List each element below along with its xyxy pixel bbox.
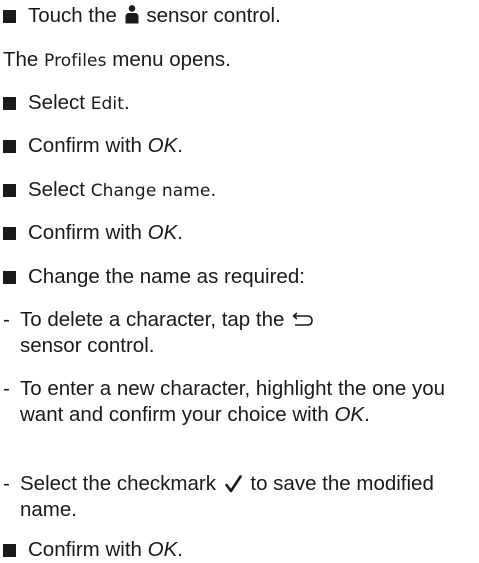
ok-term: OK: [147, 134, 178, 157]
step-text-before: Touch the: [28, 4, 117, 27]
dash-marker: -: [3, 308, 10, 331]
dash-marker: -: [3, 472, 10, 495]
step-profiles-menu-opens: The Profiles menu opens.: [3, 47, 231, 74]
step-text: Select Edit.: [28, 90, 130, 117]
step-text-before: Confirm with: [28, 221, 142, 244]
step-text-after: .: [177, 134, 183, 157]
dash-marker: -: [3, 377, 10, 400]
step-select-edit: Select Edit.: [3, 90, 130, 117]
step-text-after: .: [177, 221, 183, 244]
substep-text-after: sensor control.: [20, 334, 155, 357]
step-text: Change the name as required:: [28, 265, 305, 288]
step-text: Touch the sensor control.: [28, 3, 281, 29]
bullet-square: [3, 140, 16, 153]
back-arrow-icon: [292, 312, 313, 326]
step-text-before: Select: [28, 91, 85, 114]
step-change-name: Change the name as required:: [3, 264, 305, 290]
step-text: Confirm with OK.: [28, 537, 183, 563]
checkmark-icon: [224, 475, 242, 493]
substep-text-before: To delete a character, tap the: [20, 308, 285, 331]
step-text: Select Change name.: [28, 177, 216, 204]
person-icon: [125, 5, 139, 24]
step-text-after: sensor control.: [146, 4, 281, 27]
substep-delete-character: - To delete a character, tap the sensor …: [3, 307, 463, 359]
step-select-change-name: Select Change name.: [3, 177, 216, 204]
substep-select-checkmark: - Select the checkmark to save the modif…: [3, 471, 463, 523]
step-touch-sensor: Touch the sensor control.: [3, 3, 281, 29]
step-text-before: Confirm with: [28, 134, 142, 157]
substep-enter-character: - To enter a new character, highlight th…: [3, 376, 463, 428]
substep-text: To enter a new character, highlight the …: [20, 376, 463, 428]
substep-text-before: To enter a new character, highlight the …: [20, 377, 446, 426]
menu-term-profiles: Profiles: [44, 51, 107, 71]
substep-text-before: Select the checkmark: [20, 472, 216, 495]
bullet-square: [3, 271, 16, 284]
substep-text: Select the checkmark to save the modifie…: [20, 471, 463, 523]
step-text-before: Select: [28, 178, 85, 201]
text-before: The: [3, 48, 39, 71]
ok-term: OK: [147, 221, 178, 244]
text-after: menu opens.: [112, 48, 231, 71]
step-text-before: Confirm with: [28, 538, 142, 561]
step-text-after: .: [177, 538, 183, 561]
bullet-square: [3, 227, 16, 240]
bullet-square: [3, 544, 16, 557]
bullet-square: [3, 184, 16, 197]
step-text-after: .: [210, 178, 217, 201]
instruction-page: Touch the sensor control. The Profiles m…: [0, 0, 479, 563]
menu-term-edit: Edit: [90, 94, 125, 114]
step-text: Confirm with OK.: [28, 133, 183, 159]
bullet-square: [3, 97, 16, 110]
substep-text-after: .: [364, 403, 370, 426]
ok-term: OK: [334, 403, 365, 426]
step-confirm-ok-2: Confirm with OK.: [3, 220, 183, 246]
ok-term: OK: [147, 538, 178, 561]
step-confirm-ok-1: Confirm with OK.: [3, 133, 183, 159]
step-text-after: .: [124, 91, 130, 114]
menu-term-change-name: Change name: [90, 181, 211, 201]
step-text: Confirm with OK.: [28, 220, 183, 246]
bullet-square: [3, 10, 16, 23]
substep-text: To delete a character, tap the sensor co…: [20, 307, 463, 359]
step-confirm-ok-3: Confirm with OK.: [3, 537, 183, 563]
